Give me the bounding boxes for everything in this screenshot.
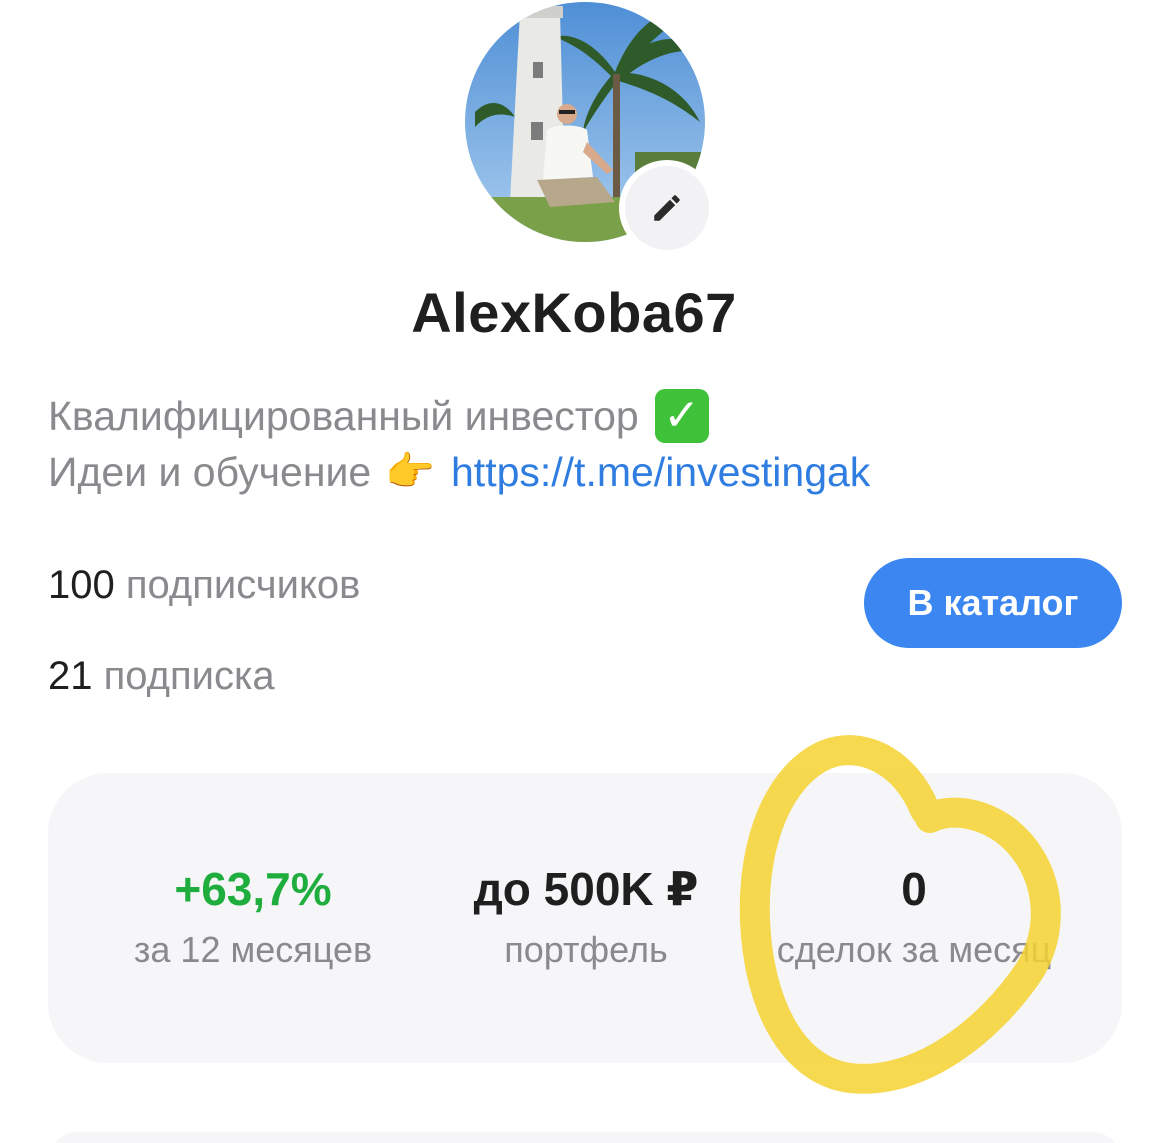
followers-count[interactable]: 100 подписчиков	[48, 563, 360, 608]
metric-deals: 0 сделок за месяц	[754, 859, 1074, 975]
metric-portfolio: до 500K ₽ портфель	[436, 859, 736, 975]
bio-line-1: Квалифицированный инвестор ✓	[48, 388, 1148, 444]
telegram-link[interactable]: https://t.me/investingak	[451, 444, 870, 500]
followers-label: подписчиков	[125, 563, 361, 607]
bio-text-1: Квалифицированный инвестор	[48, 393, 639, 439]
pencil-icon	[654, 195, 680, 221]
metric-deals-label: сделок за месяц	[776, 929, 1052, 970]
metric-yield: +63,7% за 12 месяцев	[108, 859, 398, 975]
catalog-button[interactable]: В каталог	[864, 558, 1122, 648]
check-mark-emoji-icon: ✓	[654, 389, 709, 443]
username: AlexKoba67	[411, 281, 737, 344]
metric-portfolio-label: портфель	[504, 929, 668, 970]
profile-page: AlexKoba67 Квалифицированный инвестор ✓ …	[0, 0, 1170, 1143]
edit-avatar-button[interactable]	[619, 160, 715, 256]
bio-line-2: Идеи и обучение 👉 https://t.me/investing…	[48, 444, 1148, 500]
metric-portfolio-value: до 500K ₽	[473, 863, 699, 915]
following-label: подписка	[103, 654, 275, 698]
pointing-hand-emoji-icon: 👉	[385, 450, 435, 494]
following-count[interactable]: 21 подписка	[48, 654, 275, 699]
bio: Квалифицированный инвестор ✓ Идеи и обуч…	[48, 388, 1148, 500]
metric-deals-value: 0	[901, 863, 927, 915]
followers-number: 100	[48, 563, 115, 607]
following-number: 21	[48, 654, 93, 698]
stats-card: +63,7% за 12 месяцев до 500K ₽ портфель …	[48, 773, 1122, 1063]
metric-yield-label: за 12 месяцев	[133, 929, 373, 970]
next-card	[48, 1132, 1122, 1143]
bio-text-2: Идеи и обучение	[48, 449, 372, 495]
metric-yield-value: +63,7%	[174, 863, 332, 915]
